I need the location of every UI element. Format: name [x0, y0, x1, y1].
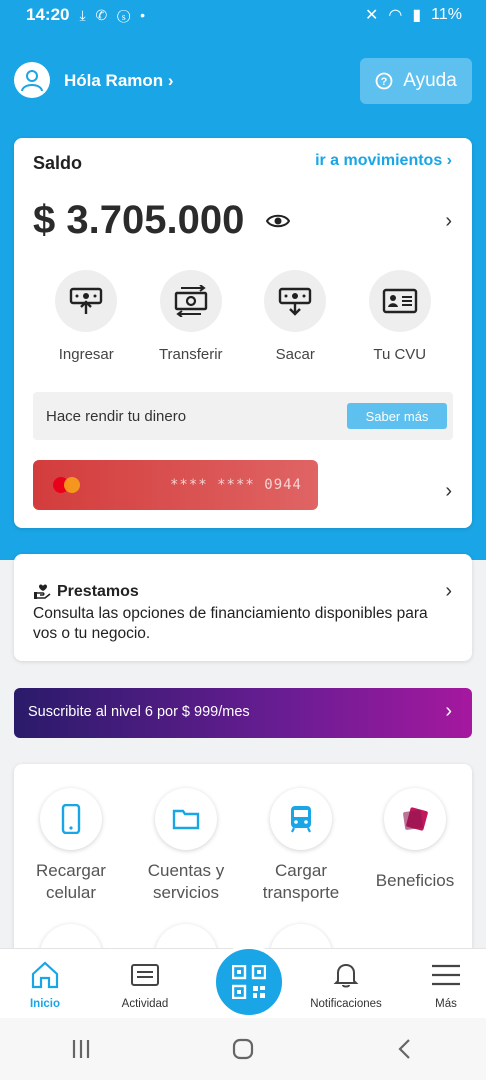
top-bar: Hóla Ramon › ? Ayuda — [0, 56, 486, 106]
card-number: **** **** 0944 — [169, 477, 302, 493]
loans-description: Consulta las opciones de financiamiento … — [33, 605, 428, 642]
transfer-icon — [174, 285, 207, 317]
service-icon-wrap — [384, 788, 446, 850]
user-icon — [21, 70, 43, 92]
withdraw-label: Sacar — [275, 346, 315, 363]
greeting-text: Hóla Ramon — [64, 71, 164, 90]
system-navigation-bar — [0, 1018, 486, 1080]
movements-link[interactable]: ir a movimientos › — [315, 152, 452, 170]
service-transport[interactable]: Cargar transporte — [246, 788, 356, 904]
service-bills[interactable]: Cuentas y servicios — [131, 788, 241, 904]
qr-code-icon — [232, 965, 266, 999]
bottom-navigation: Inicio Actividad Notificaciones Más — [0, 945, 486, 1019]
chevron-right-icon: › — [446, 152, 452, 169]
withdraw-button[interactable]: Sacar — [245, 270, 345, 363]
help-button[interactable]: ? Ayuda — [360, 58, 472, 104]
nav-home[interactable]: Inicio — [22, 961, 68, 1010]
cvu-label: Tu CVU — [373, 346, 427, 363]
battery-level: 11% — [431, 6, 462, 23]
home-icon — [31, 961, 59, 989]
balance-title: Saldo — [33, 153, 83, 173]
bell-icon — [333, 963, 359, 988]
eye-icon[interactable] — [266, 212, 290, 230]
nav-more[interactable]: Más — [426, 961, 466, 1010]
nav-label: Actividad — [121, 998, 169, 1010]
service-benefits[interactable]: Beneficios — [360, 788, 470, 892]
nav-label: Inicio — [29, 998, 61, 1010]
learn-more-button[interactable]: Saber más — [347, 403, 447, 429]
help-icon: ? — [375, 72, 393, 90]
invest-banner: Hace rendir tu dinero Saber más — [33, 392, 453, 440]
greeting-link[interactable]: Hóla Ramon › — [64, 71, 174, 91]
service-label: Recargar celular — [36, 861, 106, 902]
cvu-button[interactable]: Tu CVU — [350, 270, 450, 363]
service-label: Cuentas y servicios — [147, 861, 225, 902]
home-button-icon[interactable] — [231, 1037, 255, 1061]
chevron-right-icon: › — [445, 580, 452, 602]
loans-title-row: Prestamos — [33, 583, 139, 601]
service-label: Cargar transporte — [262, 861, 340, 902]
chevron-right-icon[interactable]: › — [445, 480, 452, 503]
chevron-right-icon[interactable]: › — [445, 210, 452, 233]
tag-icon — [403, 807, 428, 831]
service-icon-wrap — [270, 788, 332, 850]
deposit-button[interactable]: Ingresar — [36, 270, 136, 363]
status-time: 14:20 — [26, 5, 70, 24]
phone-icon — [61, 804, 81, 834]
mastercard-logo-icon — [53, 477, 83, 493]
withdraw-icon-wrap — [264, 270, 327, 332]
movements-link-label: ir a movimientos — [315, 152, 443, 169]
nav-label: Más — [435, 998, 457, 1010]
deposit-icon — [70, 287, 103, 314]
invest-text: Hace rendir tu dinero — [46, 408, 187, 425]
avatar[interactable] — [14, 62, 50, 98]
chevron-right-icon: › — [445, 700, 452, 722]
svg-text:?: ? — [381, 76, 388, 88]
notification-icons: ⤓ ✆ ⓢ • — [79, 6, 149, 23]
recent-apps-icon[interactable] — [69, 1037, 93, 1061]
deposit-label: Ingresar — [58, 346, 114, 363]
nav-notifications[interactable]: Notificaciones — [304, 961, 388, 1010]
back-icon[interactable] — [393, 1037, 417, 1061]
services-card: Recargar celular Cuentas y servicios Car… — [14, 764, 472, 986]
activity-icon — [131, 964, 159, 986]
transfer-label: Transferir — [158, 346, 223, 363]
subscription-text: Suscribite al nivel 6 por $ 999/mes — [28, 704, 250, 720]
nav-activity[interactable]: Actividad — [110, 961, 180, 1010]
transfer-icon-wrap — [159, 270, 222, 332]
subscription-banner[interactable]: Suscribite al nivel 6 por $ 999/mes › — [14, 688, 472, 738]
bus-icon — [291, 806, 311, 833]
id-card-icon — [382, 288, 417, 314]
mute-icon: ✕ — [364, 7, 379, 24]
transfer-button[interactable]: Transferir — [141, 270, 241, 363]
balance-actions: Ingresar Transferir Sacar Tu CVU — [14, 270, 472, 363]
cvu-icon-wrap — [368, 270, 431, 332]
balance-card: Saldo ir a movimientos › $ 3.705.000 › I… — [14, 138, 472, 528]
folder-icon — [172, 809, 200, 830]
loan-hand-icon — [34, 584, 51, 599]
menu-icon — [432, 964, 460, 986]
status-indicators: ✕ ◠ ▮ 11% — [365, 5, 462, 25]
qr-scan-button[interactable] — [212, 945, 286, 1019]
withdraw-icon — [279, 287, 312, 316]
signal-icon: ▮ — [412, 7, 422, 24]
service-icon-wrap — [155, 788, 217, 850]
service-recharge-phone[interactable]: Recargar celular — [16, 788, 126, 904]
credit-card[interactable]: **** **** 0944 — [33, 460, 318, 510]
service-label: Beneficios — [375, 871, 455, 890]
service-icon-wrap — [40, 788, 102, 850]
chevron-right-icon: › — [167, 71, 174, 90]
balance-amount: $ 3.705.000 — [33, 198, 245, 242]
nav-label: Notificaciones — [310, 998, 382, 1010]
status-bar: 14:20 ⤓ ✆ ⓢ • ✕ ◠ ▮ 11% — [0, 0, 486, 30]
help-label: Ayuda — [403, 70, 457, 91]
loans-card[interactable]: Prestamos › Consulta las opciones de fin… — [14, 554, 472, 661]
loans-title: Prestamos — [57, 583, 139, 600]
deposit-icon-wrap — [55, 270, 118, 332]
wifi-icon: ◠ — [388, 7, 403, 24]
